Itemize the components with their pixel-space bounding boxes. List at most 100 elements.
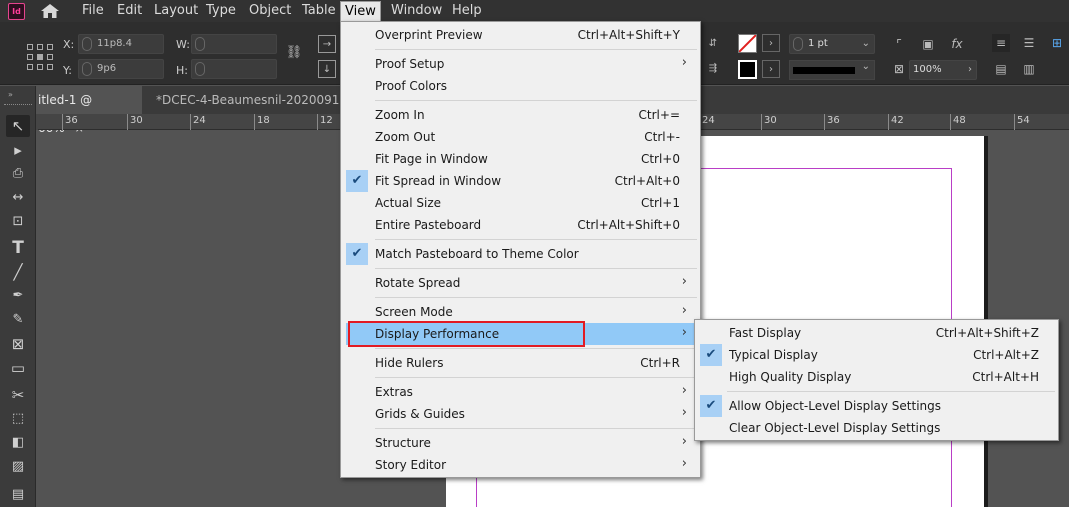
note-tool-icon[interactable]: ▤ [6,484,30,506]
h-stepper-icon[interactable] [195,62,205,76]
fill-dropdown-icon[interactable]: › [762,34,780,52]
gradient-feather-tool-icon[interactable]: ▨ [6,456,30,478]
opacity-icon: ⊠ [893,62,905,76]
menu-separator [375,297,697,298]
text-wrap-icon[interactable]: ▤ [992,60,1010,78]
scale-y-icon[interactable]: ↓ [318,60,336,78]
menu-item-grids-guides[interactable]: Grids & Guides › [346,403,696,425]
x-field[interactable]: 11p8.4 [78,34,164,54]
menu-item-rotate-spread[interactable]: Rotate Spread › [346,272,696,294]
gradient-swatch-tool-icon[interactable]: ◧ [6,432,30,454]
menu-file[interactable]: File [78,3,108,19]
x-stepper-icon[interactable] [82,37,92,51]
menu-item-proof-colors[interactable]: Proof Colors [346,75,696,97]
chevron-down-icon[interactable]: ⌄ [862,35,870,53]
line-tool-icon[interactable]: ╱ [6,261,30,283]
stroke-weight-stepper-icon[interactable] [793,37,803,51]
w-stepper-icon[interactable] [195,37,205,51]
chevron-down-icon[interactable]: ⌄ [862,61,870,72]
drop-shadow-icon[interactable]: ▣ [919,35,937,53]
menu-item-story-editor[interactable]: Story Editor › [346,454,696,476]
text-wrap-bbox-icon[interactable]: ▥ [1020,60,1038,78]
y-field[interactable]: 9p6 [78,59,164,79]
gap-tool-icon[interactable]: ↔ [6,187,30,209]
stroke-weight-field[interactable]: 1 pt ⌄ [789,34,875,54]
stroke-swatch[interactable] [738,60,757,79]
ruler-tick [317,114,318,130]
home-icon[interactable] [40,3,60,19]
direct-selection-tool-icon[interactable]: ▸ [6,139,30,161]
submenu-item-allow-object-level[interactable]: ✔ Allow Object-Level Display Settings [699,395,1055,417]
content-collector-icon[interactable]: ⊡ [6,211,30,233]
constrain-proportions-icon[interactable]: ⛓ [285,44,303,62]
tab-dcec-document[interactable]: *DCEC-4-Beaumesnil-20200918 (2).i [148,86,348,114]
pen-tool-icon[interactable]: ✒ [6,285,30,307]
menu-item-zoom-in[interactable]: Zoom In Ctrl+= [346,104,696,126]
menu-item-screen-mode[interactable]: Screen Mode › [346,301,696,323]
panel-grip[interactable] [4,104,32,106]
page-tool-icon[interactable]: ⎙ [6,163,30,185]
rectangle-tool-icon[interactable]: ▭ [6,357,30,379]
menu-item-proof-setup[interactable]: Proof Setup › [346,53,696,75]
frame-fitting-icon[interactable]: ⊞ [1048,34,1066,52]
free-transform-tool-icon[interactable]: ⬚ [6,408,30,430]
stroke-dropdown-icon[interactable]: › [762,60,780,78]
menu-layout[interactable]: Layout [150,3,202,19]
menu-item-fit-page-in-window[interactable]: Fit Page in Window Ctrl+0 [346,148,696,170]
menu-item-shortcut: Ctrl+Alt+Z [973,348,1039,362]
menu-item-match-pasteboard[interactable]: ✔ Match Pasteboard to Theme Color [346,243,696,265]
submenu-item-clear-object-level[interactable]: Clear Object-Level Display Settings [699,417,1055,439]
menu-item-shortcut: Ctrl+0 [640,152,680,166]
align-left-icon[interactable]: ≡ [992,34,1010,52]
menu-type[interactable]: Type [202,3,240,19]
menu-item-zoom-out[interactable]: Zoom Out Ctrl+- [346,126,696,148]
submenu-item-high-quality-display[interactable]: High Quality Display Ctrl+Alt+H [699,366,1055,388]
menu-item-entire-pasteboard[interactable]: Entire Pasteboard Ctrl+Alt+Shift+0 [346,214,696,236]
menu-item-hide-rulers[interactable]: Hide Rulers Ctrl+R [346,352,696,374]
flip-icon[interactable]: ⇵ [704,35,722,53]
corner-options-icon[interactable]: ⌜ [890,35,908,53]
menu-table[interactable]: Table [298,3,340,19]
menu-view[interactable]: View [340,1,381,22]
collapse-panel-icon[interactable]: » [8,90,13,99]
menu-item-actual-size[interactable]: Actual Size Ctrl+1 [346,192,696,214]
menu-item-shortcut: Ctrl+Alt+H [972,370,1039,384]
menu-edit[interactable]: Edit [113,3,146,19]
menu-object[interactable]: Object [245,3,295,19]
menu-window[interactable]: Window [387,3,446,19]
w-field[interactable] [191,34,277,54]
menu-item-label: Extras [375,385,413,399]
selection-tool-icon[interactable]: ↖ [6,115,30,137]
menu-item-fit-spread-in-window[interactable]: ✔ Fit Spread in Window Ctrl+Alt+0 [346,170,696,192]
zoom-field[interactable]: 100% › [909,60,977,80]
checkmark-icon: ✔ [346,243,368,265]
ruler-tick [127,114,128,130]
menu-item-shortcut: Ctrl+Alt+0 [614,174,680,188]
menu-bar: Id File Edit Layout Type Object Table Vi… [0,0,1069,22]
scale-x-icon[interactable]: → [318,35,336,53]
pencil-tool-icon[interactable]: ✎ [6,309,30,331]
align-icon[interactable]: ⇶ [704,60,722,78]
scissors-tool-icon[interactable]: ✂ [6,384,30,406]
tab-untitled-1[interactable]: itled-1 @ 66%× [30,86,142,135]
menu-item-label: Zoom Out [375,130,436,144]
rectangle-frame-tool-icon[interactable]: ⊠ [6,333,30,355]
h-field[interactable] [191,59,277,79]
y-stepper-icon[interactable] [82,62,92,76]
submenu-item-typical-display[interactable]: ✔ Typical Display Ctrl+Alt+Z [699,344,1055,366]
chevron-right-icon: › [681,55,687,70]
type-tool-icon[interactable]: T [6,237,30,259]
ruler-tick [761,114,762,130]
align-center-icon[interactable]: ☰ [1020,34,1038,52]
fill-swatch-none[interactable] [738,34,757,53]
menu-item-structure[interactable]: Structure › [346,432,696,454]
chevron-right-icon[interactable]: › [968,61,972,79]
menu-item-extras[interactable]: Extras › [346,381,696,403]
reference-point-icon[interactable] [27,44,53,70]
effects-icon[interactable]: fx [948,35,966,53]
chevron-right-icon: › [681,434,687,449]
menu-help[interactable]: Help [448,3,486,19]
submenu-item-fast-display[interactable]: Fast Display Ctrl+Alt+Shift+Z [699,322,1055,344]
menu-item-overprint-preview[interactable]: Overprint Preview Ctrl+Alt+Shift+Y [346,24,696,46]
stroke-type-select[interactable]: ⌄ [789,60,875,80]
